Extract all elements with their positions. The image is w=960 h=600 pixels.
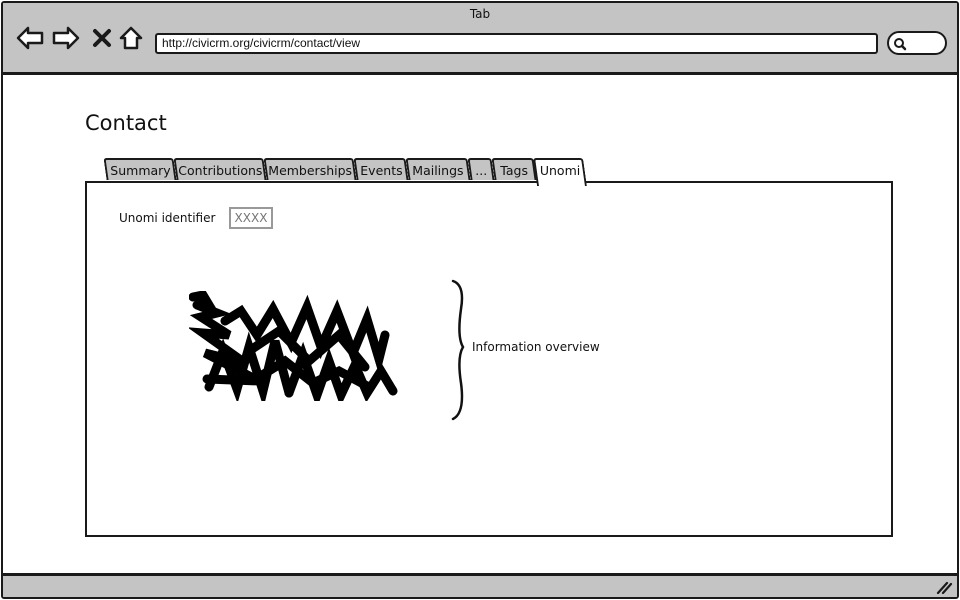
browser-status-bar (3, 573, 957, 597)
search-icon (893, 36, 907, 55)
tab-label: Mailings (412, 163, 464, 178)
tab-tags[interactable]: Tags (491, 158, 537, 180)
tab-label: ... (475, 163, 488, 178)
home-icon[interactable] (116, 23, 146, 53)
browser-toolbar: Tab http://civicrm.org/civicrm/contact/v… (3, 3, 957, 75)
tab-summary[interactable]: Summary (103, 158, 177, 180)
tab-memberships[interactable]: Memberships (263, 158, 357, 180)
tab-label: Summary (110, 163, 171, 178)
browser-tab-title[interactable]: Tab (3, 7, 957, 21)
forward-arrow-icon[interactable] (51, 23, 81, 53)
content-placeholder-scribble (187, 289, 399, 409)
unomi-identifier-field[interactable] (229, 207, 273, 229)
tab-label: Tags (500, 163, 529, 178)
tab-label: Unomi (539, 163, 581, 178)
unomi-identifier-label: Unomi identifier (119, 211, 216, 225)
tab-label: Memberships (268, 163, 353, 178)
tab-mailings[interactable]: Mailings (405, 158, 471, 180)
tab-contributions[interactable]: Contributions (173, 158, 267, 180)
resize-grip-icon[interactable] (935, 579, 953, 597)
tab-label: Events (360, 163, 403, 178)
tab-more[interactable]: ... (467, 158, 495, 180)
tab-events[interactable]: Events (353, 158, 409, 180)
browser-window: Tab http://civicrm.org/civicrm/contact/v… (1, 1, 959, 599)
url-input[interactable]: http://civicrm.org/civicrm/contact/view (155, 33, 878, 54)
unomi-panel: Unomi identifier Information overview (85, 181, 893, 537)
browser-search-field[interactable] (887, 31, 947, 55)
information-overview-label: Information overview (472, 340, 600, 354)
close-icon[interactable] (87, 23, 117, 53)
page-title: Contact (85, 111, 167, 135)
tab-label: Contributions (178, 163, 263, 178)
overview-brace (449, 279, 469, 425)
tab-unomi[interactable]: Unomi (533, 158, 587, 186)
back-arrow-icon[interactable] (15, 23, 45, 53)
